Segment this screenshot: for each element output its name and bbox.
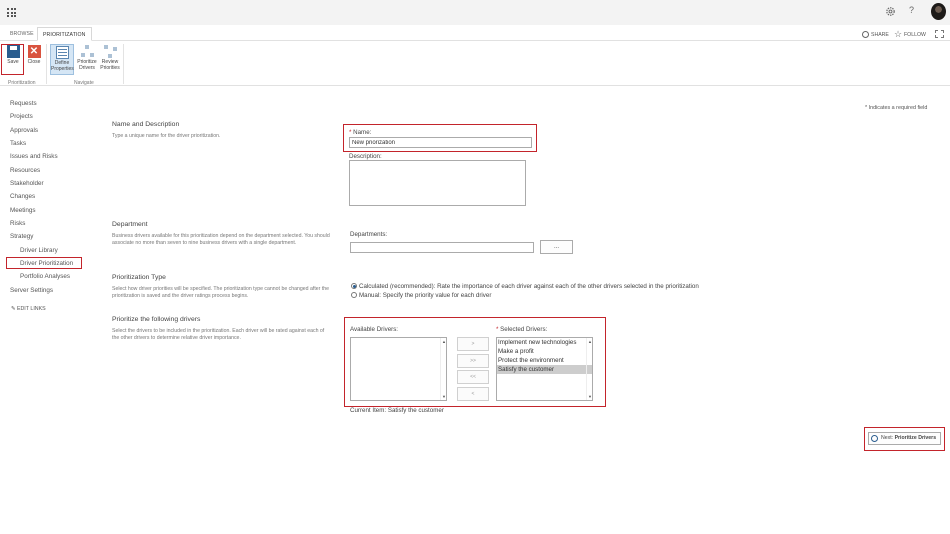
define-properties-button[interactable]: Define Properties <box>50 44 74 75</box>
review-priorities-button[interactable]: Review Priorities <box>99 45 121 71</box>
avatar[interactable] <box>931 3 946 20</box>
next-label: Prioritize Drivers <box>894 435 937 441</box>
star-icon[interactable]: ☆ <box>894 29 902 40</box>
gear-icon[interactable] <box>885 6 896 17</box>
available-drivers-list[interactable] <box>350 337 447 401</box>
close-label: Close <box>27 59 41 65</box>
description-label: Description: <box>349 153 382 160</box>
properties-icon <box>55 46 69 59</box>
departments-label: Departments: <box>350 231 388 238</box>
radio-manual[interactable] <box>351 292 357 298</box>
follow-link[interactable]: FOLLOW <box>904 32 926 38</box>
scrollbar[interactable] <box>586 338 592 400</box>
selected-driver-item[interactable]: Implement new technologies <box>497 338 592 347</box>
selected-driver-item[interactable]: Make a profit <box>497 347 592 356</box>
close-icon: ✕ <box>27 45 41 58</box>
close-button[interactable]: ✕ Close <box>23 45 45 66</box>
pencil-icon: ✎ <box>11 306 16 312</box>
sidebar-item-resources[interactable]: Resources <box>10 167 40 174</box>
section-desc-type: Select how driver priorities will be spe… <box>112 286 330 299</box>
sidebar-item-issues-and-risks[interactable]: Issues and Risks <box>10 153 58 160</box>
waffle-icon[interactable] <box>7 8 16 17</box>
tab-prioritization[interactable]: PRIORITIZATION <box>37 27 92 41</box>
radio-manual-label: Manual: Specify the priority value for e… <box>359 292 492 299</box>
share-icon[interactable] <box>862 31 869 38</box>
sidebar-item-portfolio-analyses[interactable]: Portfolio Analyses <box>20 273 70 280</box>
sidebar-item-server-settings[interactable]: Server Settings <box>10 287 53 294</box>
radio-calculated[interactable] <box>351 283 357 289</box>
sidebar-item-risks[interactable]: Risks <box>10 220 25 227</box>
available-drivers-label: Available Drivers: <box>350 326 399 333</box>
sidebar-item-driver-library[interactable]: Driver Library <box>20 247 58 254</box>
tab-browse[interactable]: BROWSE <box>10 31 34 37</box>
selected-driver-item[interactable]: Protect the environment <box>497 356 592 365</box>
sidebar-item-stakeholder[interactable]: Stakeholder <box>10 180 44 187</box>
remove-button[interactable]: < <box>457 387 489 401</box>
section-desc-department: Business drivers available for this prio… <box>112 233 330 246</box>
scrollbar[interactable] <box>440 338 446 400</box>
share-link[interactable]: SHARE <box>871 32 889 38</box>
edit-links[interactable]: ✎ EDIT LINKS <box>11 306 46 312</box>
name-field[interactable] <box>349 137 532 148</box>
add-button[interactable]: > <box>457 337 489 351</box>
section-title-name: Name and Description <box>112 121 180 128</box>
next-prioritize-drivers-button[interactable]: Next: Prioritize Drivers <box>868 432 941 445</box>
required-note: * Indicates a required field <box>865 105 928 111</box>
prioritize-label-line2: Drivers <box>79 64 95 71</box>
ribbon-tab-bar <box>0 25 950 41</box>
review-label-line2: Priorities <box>100 64 120 71</box>
remove-all-button[interactable]: << <box>457 370 489 384</box>
sidebar-item-strategy[interactable]: Strategy <box>10 233 33 240</box>
add-all-button[interactable]: >> <box>457 354 489 368</box>
radio-calculated-label: Calculated (recommended): Rate the impor… <box>359 283 699 290</box>
selected-drivers-label: * Selected Drivers: <box>496 326 548 333</box>
edit-links-label: EDIT LINKS <box>16 306 46 312</box>
description-field[interactable] <box>349 160 526 206</box>
sidebar-item-driver-prioritization[interactable]: Driver Prioritization <box>20 260 73 267</box>
focus-icon[interactable] <box>935 30 944 38</box>
sidebar-item-changes[interactable]: Changes <box>10 193 35 200</box>
network-icon <box>103 45 117 58</box>
sidebar-item-approvals[interactable]: Approvals <box>10 127 38 134</box>
help-icon[interactable]: ? <box>909 5 914 15</box>
ribbon <box>0 41 950 86</box>
sidebar-item-tasks[interactable]: Tasks <box>10 140 26 147</box>
section-title-drivers: Prioritize the following drivers <box>112 316 201 323</box>
network-icon <box>80 45 94 58</box>
next-icon <box>871 435 878 442</box>
sidebar-item-requests[interactable]: Requests <box>10 100 37 107</box>
suite-bar <box>0 0 950 25</box>
departments-field[interactable] <box>350 242 534 253</box>
selected-driver-item[interactable]: Satisfy the customer <box>497 365 592 374</box>
ribbon-divider <box>123 44 124 84</box>
group-label-navigate: Navigate <box>74 80 94 86</box>
ribbon-divider <box>46 44 47 84</box>
section-desc-drivers: Select the drivers to be included in the… <box>112 328 325 341</box>
sidebar-item-projects[interactable]: Projects <box>10 113 33 120</box>
group-label-prioritization: Prioritization <box>8 80 36 86</box>
current-item-text: Current Item: Satisfy the customer <box>350 407 444 414</box>
departments-browse-button[interactable]: ... <box>540 240 573 254</box>
sidebar-item-meetings[interactable]: Meetings <box>10 207 36 214</box>
name-label: * Name: <box>349 129 372 136</box>
selected-drivers-list[interactable]: Implement new technologiesMake a profitP… <box>496 337 593 401</box>
section-desc-name: Type a unique name for the driver priori… <box>112 133 221 139</box>
next-prefix: Next: <box>881 435 895 441</box>
highlight-box <box>1 44 24 75</box>
prioritize-drivers-button[interactable]: Prioritize Drivers <box>76 45 98 71</box>
define-label-line2: Properties <box>51 65 74 72</box>
section-title-type: Prioritization Type <box>112 274 166 281</box>
section-title-department: Department <box>112 221 148 228</box>
